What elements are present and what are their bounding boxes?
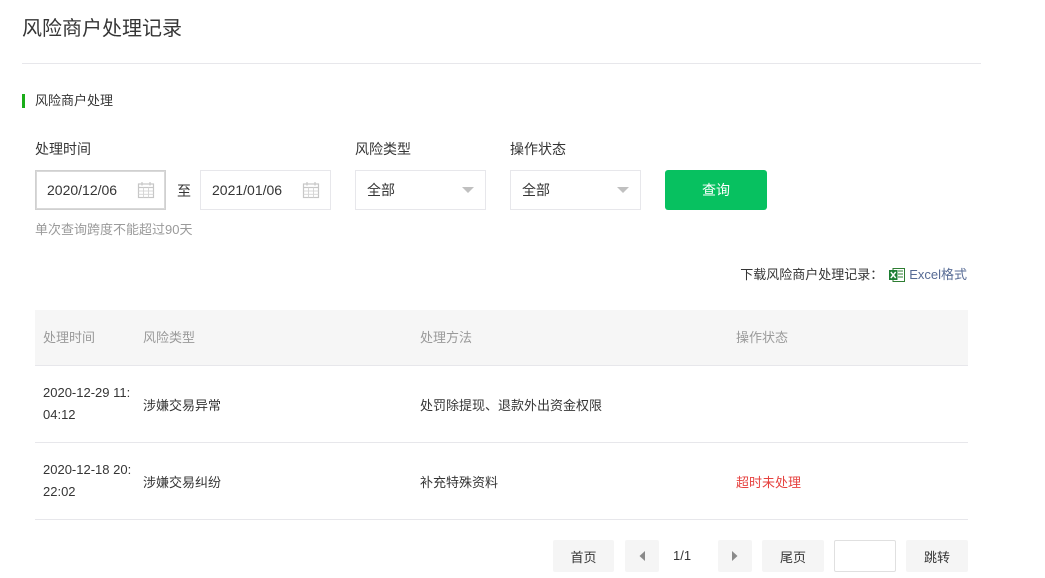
risk-type-selected-value: 全部: [367, 182, 395, 198]
excel-icon[interactable]: [889, 268, 906, 282]
table-row: 2020-12-18 20:22:02 涉嫌交易纠纷 补充特殊资料 超时未处理: [35, 443, 968, 520]
download-label: 下载风险商户处理记录：: [740, 267, 884, 282]
title-divider: [22, 63, 981, 64]
chevron-down-icon: [462, 187, 474, 193]
row-time: 2020-12-29 11:04:12: [43, 385, 131, 422]
header-time: 处理时间: [43, 330, 96, 345]
download-records: 下载风险商户处理记录： Excel格式: [740, 266, 967, 284]
end-date-input[interactable]: 2021/01/06: [200, 170, 331, 210]
section-title: 风险商户处理: [35, 93, 114, 108]
triangle-left-icon: [639, 551, 645, 561]
header-risk-type: 风险类型: [143, 330, 196, 345]
section-accent-bar: [22, 94, 25, 108]
jump-page-input[interactable]: [834, 540, 896, 572]
start-date-input[interactable]: 2020/12/06: [35, 170, 166, 210]
next-page-button[interactable]: [718, 540, 752, 572]
row-risk-type: 涉嫌交易纠纷: [143, 474, 222, 490]
row-time: 2020-12-18 20:22:02: [43, 462, 132, 499]
prev-page-button[interactable]: [625, 540, 659, 572]
table-row: 2020-12-29 11:04:12 涉嫌交易异常 处罚除提现、退款外出资金权…: [35, 366, 968, 443]
calendar-icon[interactable]: [137, 181, 155, 199]
date-range-hint: 单次查询跨度不能超过90天: [35, 222, 193, 237]
triangle-right-icon: [732, 551, 738, 561]
last-page-button[interactable]: 尾页: [762, 540, 824, 572]
chevron-down-icon: [617, 187, 629, 193]
row-method: 处罚除提现、退款外出资金权限: [420, 397, 603, 413]
time-filter-label: 处理时间: [35, 141, 91, 157]
query-button[interactable]: 查询: [665, 170, 767, 210]
status-filter-label: 操作状态: [510, 141, 566, 157]
risk-type-select[interactable]: 全部: [355, 170, 486, 210]
header-method: 处理方法: [420, 330, 473, 345]
page-indicator: 1/1: [673, 548, 692, 563]
excel-download-link[interactable]: Excel格式: [909, 266, 967, 284]
page-title: 风险商户处理记录: [22, 18, 182, 40]
start-date-value: 2020/12/06: [47, 182, 118, 198]
row-method: 补充特殊资料: [420, 474, 499, 490]
jump-button[interactable]: 跳转: [906, 540, 968, 572]
calendar-icon[interactable]: [302, 181, 320, 199]
date-range-separator: 至: [177, 183, 191, 199]
first-page-button[interactable]: 首页: [553, 540, 614, 572]
end-date-value: 2021/01/06: [212, 182, 283, 198]
row-status: 超时未处理: [736, 474, 802, 490]
status-select[interactable]: 全部: [510, 170, 641, 210]
status-selected-value: 全部: [522, 182, 550, 198]
row-risk-type: 涉嫌交易异常: [143, 397, 222, 413]
risk-type-filter-label: 风险类型: [355, 141, 411, 157]
records-table: 处理时间 风险类型 处理方法 操作状态 2020-12-29 11:04:12 …: [35, 310, 968, 520]
table-header: 处理时间 风险类型 处理方法 操作状态: [35, 310, 968, 366]
header-status: 操作状态: [736, 330, 789, 345]
